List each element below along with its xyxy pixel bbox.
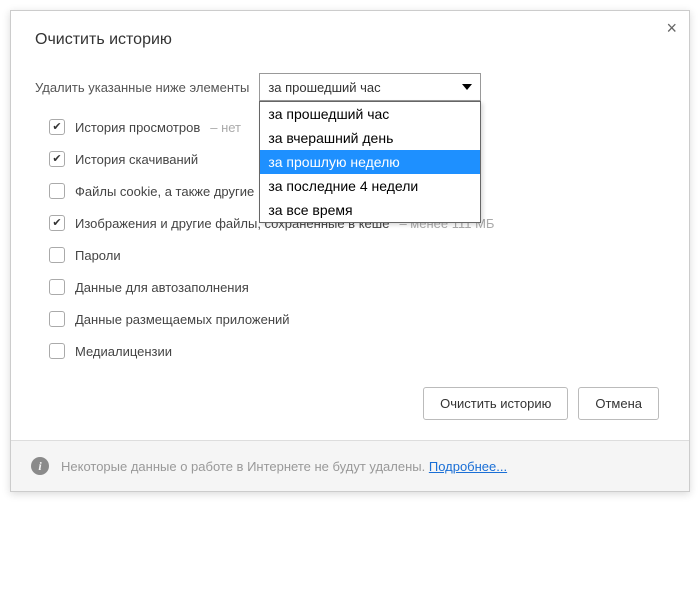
period-row: Удалить указанные ниже элементы за проше… [35,73,665,101]
dialog-title: Очистить историю [35,31,665,49]
info-text: Некоторые данные о работе в Интернете не… [61,459,507,474]
learn-more-link[interactable]: Подробнее... [429,459,507,474]
dropdown-option[interactable]: за вчерашний день [260,126,480,150]
info-message: Некоторые данные о работе в Интернете не… [61,459,429,474]
checkbox-label: Данные для автозаполнения [75,280,249,295]
checkbox-label: Данные размещаемых приложений [75,312,290,327]
checkbox-row: Пароли [49,247,665,263]
checkbox-label: История просмотров [75,120,200,135]
checkbox[interactable] [49,343,65,359]
checkbox-row: Медиалицензии [49,343,665,359]
checkbox[interactable] [49,151,65,167]
period-label: Удалить указанные ниже элементы [35,80,249,95]
checkbox-row: Данные для автозаполнения [49,279,665,295]
checkbox[interactable] [49,183,65,199]
cancel-button[interactable]: Отмена [578,387,659,420]
checkbox[interactable] [49,215,65,231]
period-dropdown[interactable]: за прошедший часза вчерашний деньза прош… [259,101,481,223]
dialog-footer: Очистить историю Отмена [35,387,665,420]
dropdown-option[interactable]: за прошедший час [260,102,480,126]
checkbox[interactable] [49,247,65,263]
dropdown-option[interactable]: за последние 4 недели [260,174,480,198]
dropdown-option[interactable]: за прошлую неделю [260,150,480,174]
info-icon: i [31,457,49,475]
checkbox[interactable] [49,119,65,135]
checkbox-label: Медиалицензии [75,344,172,359]
checkbox[interactable] [49,311,65,327]
select-value: за прошедший час [268,80,380,95]
chevron-down-icon [462,84,472,90]
checkbox-hint: – нет [210,120,241,135]
checkbox-row: Данные размещаемых приложений [49,311,665,327]
checkbox-label: Пароли [75,248,121,263]
clear-history-button[interactable]: Очистить историю [423,387,568,420]
dialog-body: × Очистить историю Удалить указанные ниж… [11,11,689,440]
checkbox-label: Файлы cookie, а также другие [75,184,254,199]
info-bar: i Некоторые данные о работе в Интернете … [11,440,689,491]
checkbox[interactable] [49,279,65,295]
select-box[interactable]: за прошедший час [259,73,481,101]
dropdown-option[interactable]: за все время [260,198,480,222]
period-select[interactable]: за прошедший час за прошедший часза вчер… [259,73,481,101]
close-icon[interactable]: × [666,19,677,37]
checkbox-label: История скачиваний [75,152,198,167]
clear-history-dialog: × Очистить историю Удалить указанные ниж… [10,10,690,492]
